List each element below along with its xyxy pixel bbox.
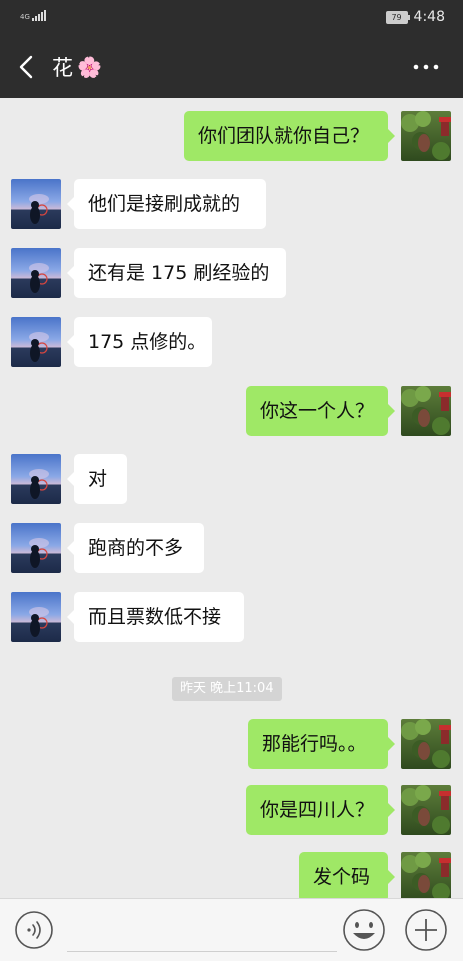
- message-bubble-received[interactable]: 跑商的不多: [67, 523, 204, 573]
- flower-emoji-icon: 🌸: [77, 55, 102, 79]
- signal-bars-icon: [32, 9, 46, 21]
- message-bubble-received[interactable]: 他们是接刷成就的: [67, 179, 266, 229]
- message-bubble-sent[interactable]: 你们团队就你自己？: [184, 111, 395, 161]
- message-bubble-received[interactable]: 而且票数低不接: [67, 592, 244, 642]
- network-type: 4G: [20, 13, 30, 21]
- message-bubble-sent[interactable]: 发个码: [299, 852, 395, 902]
- message-text-field[interactable]: [67, 911, 337, 952]
- add-attachment-icon[interactable]: [404, 908, 448, 952]
- message-timestamp: 昨天 晚上11:04: [172, 677, 282, 701]
- message-input-bar: [0, 898, 463, 961]
- emoji-icon[interactable]: [342, 908, 386, 952]
- garden-photo-icon: [401, 785, 451, 835]
- signal-indicator: 4G: [20, 9, 46, 21]
- message-bubble-sent[interactable]: 你这一个人？: [246, 386, 395, 436]
- chat-title: 花 🌸: [52, 52, 102, 82]
- contact-avatar[interactable]: [11, 317, 61, 367]
- status-bar: 4G 79 4:48: [0, 0, 463, 36]
- clock: 4:48: [413, 9, 445, 25]
- sunset-photo-icon: [11, 317, 61, 367]
- contact-avatar[interactable]: [11, 592, 61, 642]
- message-bubble-received[interactable]: 对: [67, 454, 127, 504]
- contact-avatar[interactable]: [11, 179, 61, 229]
- garden-photo-icon: [401, 852, 451, 902]
- my-avatar[interactable]: [401, 852, 451, 902]
- contact-avatar[interactable]: [11, 523, 61, 573]
- my-avatar[interactable]: [401, 386, 451, 436]
- garden-photo-icon: [401, 719, 451, 769]
- sunset-photo-icon: [11, 592, 61, 642]
- garden-photo-icon: [401, 386, 451, 436]
- message-bubble-sent[interactable]: 你是四川人？: [246, 785, 395, 835]
- more-options-icon[interactable]: [411, 57, 441, 77]
- message-bubble-sent[interactable]: 那能行吗。。: [248, 719, 395, 769]
- contact-avatar[interactable]: [11, 454, 61, 504]
- garden-photo-icon: [401, 111, 451, 161]
- chat-header: 花 🌸: [0, 36, 463, 98]
- sunset-photo-icon: [11, 248, 61, 298]
- my-avatar[interactable]: [401, 111, 451, 161]
- contact-name: 花: [52, 56, 73, 80]
- my-avatar[interactable]: [401, 719, 451, 769]
- battery-icon: 79: [385, 10, 410, 24]
- voice-input-icon[interactable]: [14, 910, 54, 950]
- message-bubble-received[interactable]: 175 点修的。: [67, 317, 212, 367]
- sunset-photo-icon: [11, 179, 61, 229]
- back-arrow-icon[interactable]: [14, 53, 40, 81]
- sunset-photo-icon: [11, 454, 61, 504]
- contact-avatar[interactable]: [11, 248, 61, 298]
- message-bubble-received[interactable]: 还有是 175 刷经验的: [67, 248, 286, 298]
- sunset-photo-icon: [11, 523, 61, 573]
- my-avatar[interactable]: [401, 785, 451, 835]
